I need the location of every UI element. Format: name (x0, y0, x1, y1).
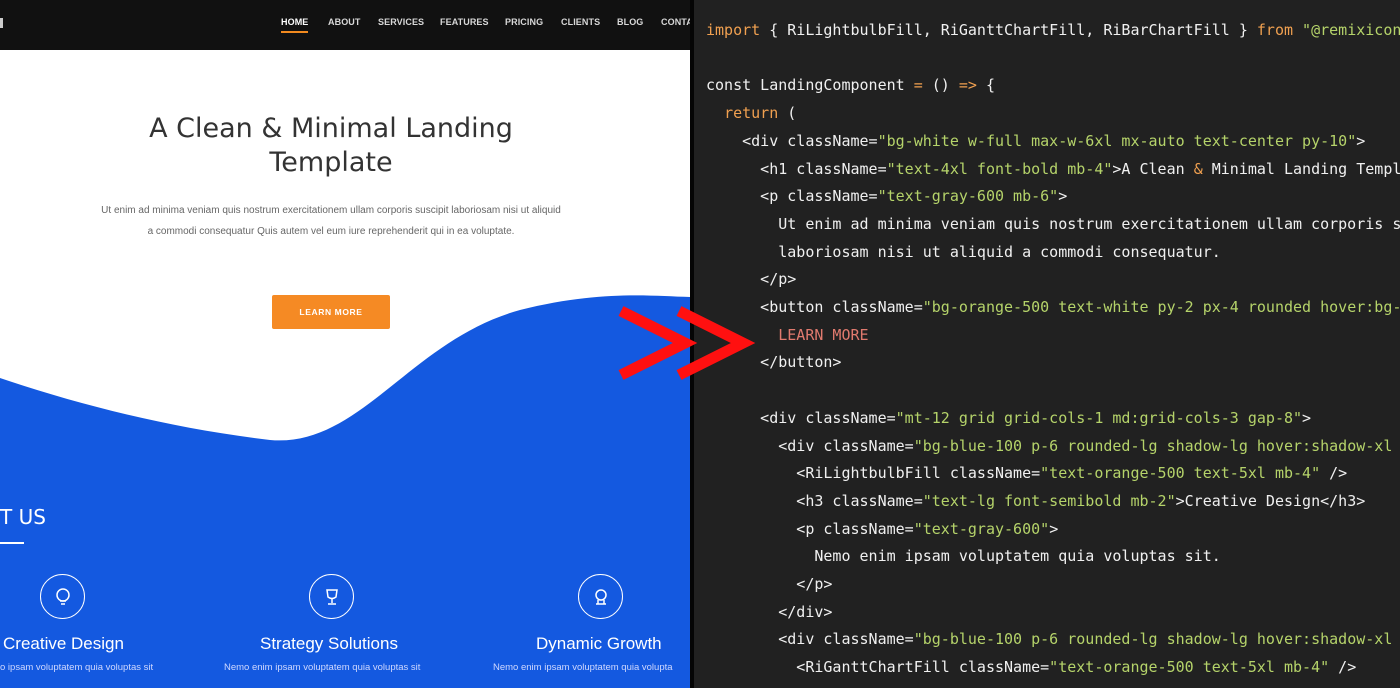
code-token: </p> (706, 575, 833, 593)
code-token: <h3 className= (706, 491, 923, 510)
nav-menu: HOME ABOUT SERVICES FEATURES PRICING CLI… (0, 17, 690, 37)
code-line: <div className="mt-12 grid grid-cols-1 m… (706, 408, 1311, 428)
code-token: >Creative Design</h3> (1175, 491, 1366, 510)
code-token: <div className= (706, 131, 878, 150)
code-token: <div className= (706, 630, 914, 649)
learn-more-button[interactable]: LEARN MORE (272, 295, 390, 329)
code-token: "text-orange-500 text-5xl mb-4" (1040, 464, 1321, 483)
code-token: > (1302, 408, 1312, 427)
code-line: <p className="text-gray-600 mb-6"> (706, 186, 1067, 206)
code-token: "text-lg font-semibold mb-2" (922, 491, 1176, 510)
code-token: const LandingComponent (706, 76, 914, 95)
about-heading-underline (0, 542, 24, 544)
nav-item-contact[interactable]: CONTA (661, 17, 690, 27)
hero-title: A Clean & Minimal Landing Template (149, 113, 513, 178)
feature-text-strategy-solutions: Nemo enim ipsam voluptatem quia voluptas… (224, 662, 421, 673)
nav-item-blog[interactable]: BLOG (617, 17, 643, 27)
code-line: <h3 className="text-lg font-semibold mb-… (706, 491, 1365, 511)
code-line: import { RiLightbulbFill, RiGanttChartFi… (706, 20, 1400, 40)
code-token: import (706, 21, 761, 39)
award-icon (578, 574, 623, 619)
code-token: > (1049, 519, 1059, 538)
code-line: const LandingComponent = () => { (706, 75, 995, 95)
feature-text-dynamic-growth: Nemo enim ipsam voluptatem quia volupta (493, 662, 673, 673)
nav-item-clients[interactable]: CLIENTS (561, 17, 600, 27)
feature-title-dynamic-growth: Dynamic Growth (536, 634, 662, 653)
code-token: laboriosam nisi ut aliquid a commodi con… (706, 242, 1221, 261)
website-preview: HOME ABOUT SERVICES FEATURES PRICING CLI… (0, 0, 690, 688)
code-token: "bg-orange-500 text-white py-2 px-4 roun… (922, 298, 1400, 316)
code-token: "mt-12 grid grid-cols-1 md:grid-cols-3 g… (895, 408, 1303, 427)
code-token: /> (1329, 658, 1357, 677)
code-token: <div className= (706, 408, 896, 427)
code-token: "text-gray-600 mb-6" (877, 187, 1059, 206)
code-token: () (922, 76, 959, 95)
code-token: => (958, 76, 977, 95)
feature-title-strategy-solutions: Strategy Solutions (260, 634, 398, 653)
code-token: <p className= (706, 519, 914, 538)
code-line: <div className="bg-blue-100 p-6 rounded-… (706, 629, 1400, 649)
code-token: Nemo enim ipsam voluptatem quia voluptas… (706, 547, 1221, 566)
code-line: Ut enim ad minima veniam quis nostrum ex… (706, 214, 1400, 234)
code-token: "bg-blue-100 p-6 rounded-lg shadow-lg ho… (913, 436, 1400, 455)
lightbulb-icon (40, 574, 85, 619)
trophy-icon (309, 574, 354, 619)
code-line: laboriosam nisi ut aliquid a commodi con… (706, 242, 1221, 262)
code-token: "text-gray-600" (913, 519, 1050, 538)
code-line: </div> (706, 602, 832, 622)
code-token: { RiLightbulbFill, RiGanttChartFill, RiB… (760, 21, 1257, 39)
code-token: ( (778, 104, 797, 123)
code-token: from (1256, 21, 1294, 39)
code-token: return (724, 104, 779, 123)
code-token: "bg-blue-100 p-6 rounded-lg shadow-lg ho… (913, 630, 1400, 649)
code-line: <button className="bg-orange-500 text-wh… (706, 297, 1400, 317)
feature-text-creative-design: o ipsam voluptatem quia voluptas sit (0, 662, 154, 673)
code-token: = (913, 76, 923, 95)
nav-item-pricing[interactable]: PRICING (505, 17, 543, 27)
code-line: <h1 className="text-4xl font-bold mb-4">… (706, 159, 1400, 179)
code-token: /> (1320, 464, 1348, 483)
code-line: Nemo enim ipsam voluptatem quia voluptas… (706, 546, 1221, 566)
code-token: <div className= (706, 436, 914, 455)
code-editor[interactable]: import { RiLightbulbFill, RiGanttChartFi… (694, 0, 1400, 688)
code-token: >A Clean (1112, 159, 1194, 178)
code-token: Minimal Landing Templat (1202, 159, 1400, 178)
code-token: "bg-white w-full max-w-6xl mx-auto text-… (877, 131, 1357, 150)
nav-item-about[interactable]: ABOUT (328, 17, 361, 27)
code-token: <h1 className= (706, 159, 887, 178)
code-token: Ut enim ad minima veniam quis nostrum ex… (706, 214, 1400, 233)
code-token: > (1356, 131, 1366, 150)
code-token: </p> (706, 270, 797, 289)
double-arrow-icon (618, 306, 756, 380)
nav-item-home[interactable]: HOME (281, 17, 309, 33)
code-line: </p> (706, 574, 832, 594)
code-line: <div className="bg-white w-full max-w-6x… (706, 131, 1365, 151)
code-line: <RiGanttChartFill className="text-orange… (706, 657, 1356, 677)
code-line: </p> (706, 269, 796, 289)
code-line: <RiLightbulbFill className="text-orange-… (706, 463, 1347, 483)
nav-item-features[interactable]: FEATURES (440, 17, 489, 27)
code-token: <RiLightbulbFill className= (706, 464, 1041, 483)
code-token: "@remixicon/ (1302, 21, 1400, 39)
nav-item-services[interactable]: SERVICES (378, 17, 424, 27)
code-token: "text-orange-500 text-5xl mb-4" (1049, 658, 1330, 677)
code-line: <div className="bg-blue-100 p-6 rounded-… (706, 436, 1400, 456)
code-token: > (1058, 187, 1068, 206)
about-heading: T US (0, 505, 46, 529)
code-token: </div> (706, 602, 833, 621)
code-token: "text-4xl font-bold mb-4" (886, 159, 1113, 178)
code-line: return ( (706, 103, 796, 123)
code-line: <p className="text-gray-600"> (706, 519, 1058, 539)
feature-title-creative-design: Creative Design (3, 634, 124, 653)
hero-description: Ut enim ad minima veniam quis nostrum ex… (101, 205, 561, 237)
site-navbar: HOME ABOUT SERVICES FEATURES PRICING CLI… (0, 0, 690, 50)
code-token: & (1193, 159, 1203, 178)
code-token: <p className= (706, 187, 878, 206)
code-token: { (976, 76, 995, 95)
code-token: <RiGanttChartFill className= (706, 658, 1050, 677)
